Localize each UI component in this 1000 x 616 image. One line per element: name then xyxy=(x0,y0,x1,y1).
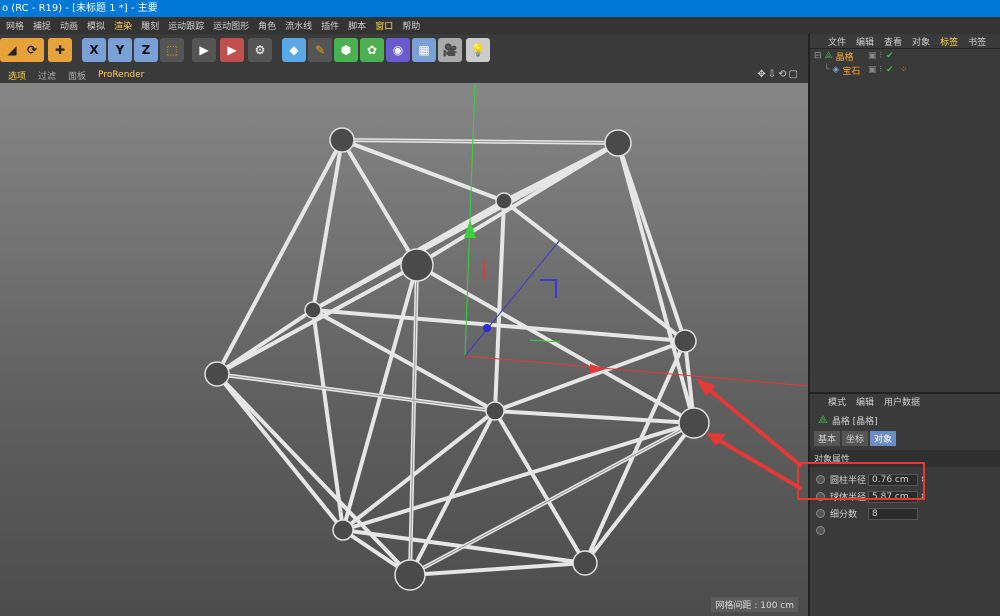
param-subdivision: 细分数 8 xyxy=(810,505,1000,522)
tab-coord[interactable]: 坐标 xyxy=(842,431,869,446)
obj-menu-item[interactable]: 查看 xyxy=(884,35,902,48)
highlight-box xyxy=(797,462,925,500)
obj-menu-item[interactable]: 书签 xyxy=(968,35,986,48)
main-menu: 网格 捕捉 动画 模拟 渲染 雕刻 运动跟踪 运动图形 角色 流水线 插件 脚本… xyxy=(0,17,1000,34)
viewport-menu-item[interactable]: 过滤 xyxy=(38,69,56,82)
visibility-icon[interactable]: ▣ ⁝ xyxy=(868,51,882,61)
array-icon[interactable]: ✿ xyxy=(360,38,384,62)
attr-menu-item[interactable]: 用户数据 xyxy=(884,395,920,408)
param-label: 细分数 xyxy=(830,510,858,520)
viewport-menu-item[interactable]: ProRender xyxy=(98,70,144,80)
3d-viewport[interactable]: 网格间距 : 100 cm xyxy=(0,83,808,616)
enabled-check-icon[interactable]: ✔ xyxy=(886,51,894,61)
param-extra xyxy=(810,522,1000,539)
obj-menu-item[interactable]: 对象 xyxy=(912,35,930,48)
rotate-icon[interactable]: ⟳ xyxy=(20,38,44,62)
attr-object-header: ⟁ 晶格 [晶格] xyxy=(810,413,1000,427)
visibility-icon[interactable]: ▣ ⁝ xyxy=(868,65,882,75)
tab-basic[interactable]: 基本 xyxy=(814,431,841,446)
menu-item[interactable]: 雕刻 xyxy=(141,19,159,32)
subdivision-field[interactable]: 8 xyxy=(868,507,918,520)
attr-menu-item[interactable]: 编辑 xyxy=(856,395,874,408)
viewport-menu-item[interactable]: 选项 xyxy=(8,69,26,82)
viewport-nav-icons[interactable]: ✥⇩⟲▢ xyxy=(757,69,800,80)
light-icon[interactable]: 💡 xyxy=(466,38,490,62)
object-row-gem[interactable]: └ ◈ 宝石 ▣ ⁝ ✔ ⁘ xyxy=(810,63,1000,77)
coordinate-system-icon[interactable]: ⬚ xyxy=(160,38,184,62)
obj-menu-item[interactable]: 编辑 xyxy=(856,35,874,48)
menu-item[interactable]: 运动跟踪 xyxy=(168,19,204,32)
object-name: 宝石 xyxy=(842,66,861,77)
window-title: o (RC - R19) - [未标题 1 *] - 主要 xyxy=(0,0,1000,17)
lattice-icon: ⟁ xyxy=(824,51,833,61)
animate-radio[interactable] xyxy=(816,509,825,518)
attribute-manager-menu: 模式 编辑 用户数据 xyxy=(810,394,1000,409)
attribute-manager: 模式 编辑 用户数据 ⟁ 晶格 [晶格] 基本 坐标 对象 对象属性 圆柱半径 … xyxy=(810,392,1000,616)
animate-radio[interactable] xyxy=(816,526,825,535)
obj-menu-item[interactable]: 文件 xyxy=(828,35,846,48)
menu-item[interactable]: 动画 xyxy=(60,19,78,32)
right-panel: 文件 编辑 查看 对象 标签 书签 ⊟ ⟁ 晶格 ▣ ⁝ ✔ └ ◈ 宝石 ▣ … xyxy=(808,34,1000,616)
pen-icon[interactable]: ✎ xyxy=(308,38,332,62)
camera-icon[interactable]: 🎥 xyxy=(438,38,462,62)
menu-item[interactable]: 流水线 xyxy=(285,19,312,32)
menu-item[interactable]: 渲染 xyxy=(114,19,132,32)
gem-icon: ◈ xyxy=(832,65,840,75)
cube-icon[interactable]: ◆ xyxy=(282,38,306,62)
object-name: 晶格 xyxy=(835,52,854,63)
grid-spacing-label: 网格间距 : 100 cm xyxy=(711,597,798,612)
floor-icon[interactable]: ▦ xyxy=(412,38,436,62)
menu-item[interactable]: 网格 xyxy=(6,19,24,32)
menu-item[interactable]: 角色 xyxy=(258,19,276,32)
tree-expand-icon[interactable]: ⊟ xyxy=(814,51,822,61)
x-axis-button[interactable]: X xyxy=(82,38,106,62)
viewport-menu: 选项 过滤 面板 ProRender ✥⇩⟲▢ xyxy=(0,67,808,83)
object-row-lattice[interactable]: ⊟ ⟁ 晶格 ▣ ⁝ ✔ xyxy=(810,49,1000,63)
tab-object[interactable]: 对象 xyxy=(870,431,897,446)
enabled-check-icon[interactable]: ✔ xyxy=(886,65,894,75)
tree-branch-icon: └ xyxy=(824,65,830,75)
attr-object-title: 晶格 [晶格] xyxy=(831,416,878,427)
attr-menu-item[interactable]: 模式 xyxy=(828,395,846,408)
render-settings-icon[interactable]: ⚙ xyxy=(248,38,272,62)
attr-tabs: 基本 坐标 对象 xyxy=(810,431,1000,446)
toolbar: ◢ ⟳ ✚ X Y Z ⬚ ▶ ▶ ⚙ ◆ ✎ ⬢ ✿ ◉ ▦ 🎥 💡 xyxy=(0,34,808,67)
menu-item[interactable]: 插件 xyxy=(321,19,339,32)
lattice-icon: ⟁ xyxy=(818,413,828,426)
tag-icon[interactable]: ⁘ xyxy=(900,65,908,75)
render-view-icon[interactable]: ▶ xyxy=(192,38,216,62)
menu-item[interactable]: 脚本 xyxy=(348,19,366,32)
move-icon[interactable]: ✚ xyxy=(48,38,72,62)
lattice-model xyxy=(204,83,808,591)
render-picture-viewer-icon[interactable]: ▶ xyxy=(220,38,244,62)
z-axis-button[interactable]: Z xyxy=(134,38,158,62)
viewport-menu-item[interactable]: 面板 xyxy=(68,69,86,82)
object-manager-menu: 文件 编辑 查看 对象 标签 书签 xyxy=(810,34,1000,49)
menu-item[interactable]: 运动图形 xyxy=(213,19,249,32)
menu-item[interactable]: 捕捉 xyxy=(33,19,51,32)
obj-menu-item[interactable]: 标签 xyxy=(940,35,958,48)
object-list: ⊟ ⟁ 晶格 ▣ ⁝ ✔ └ ◈ 宝石 ▣ ⁝ ✔ ⁘ xyxy=(810,49,1000,369)
deformer-icon[interactable]: ◉ xyxy=(386,38,410,62)
y-axis-button[interactable]: Y xyxy=(108,38,132,62)
menu-item[interactable]: 帮助 xyxy=(402,19,420,32)
menu-item[interactable]: 窗口 xyxy=(375,19,393,32)
menu-item[interactable]: 模拟 xyxy=(87,19,105,32)
subdivision-icon[interactable]: ⬢ xyxy=(334,38,358,62)
